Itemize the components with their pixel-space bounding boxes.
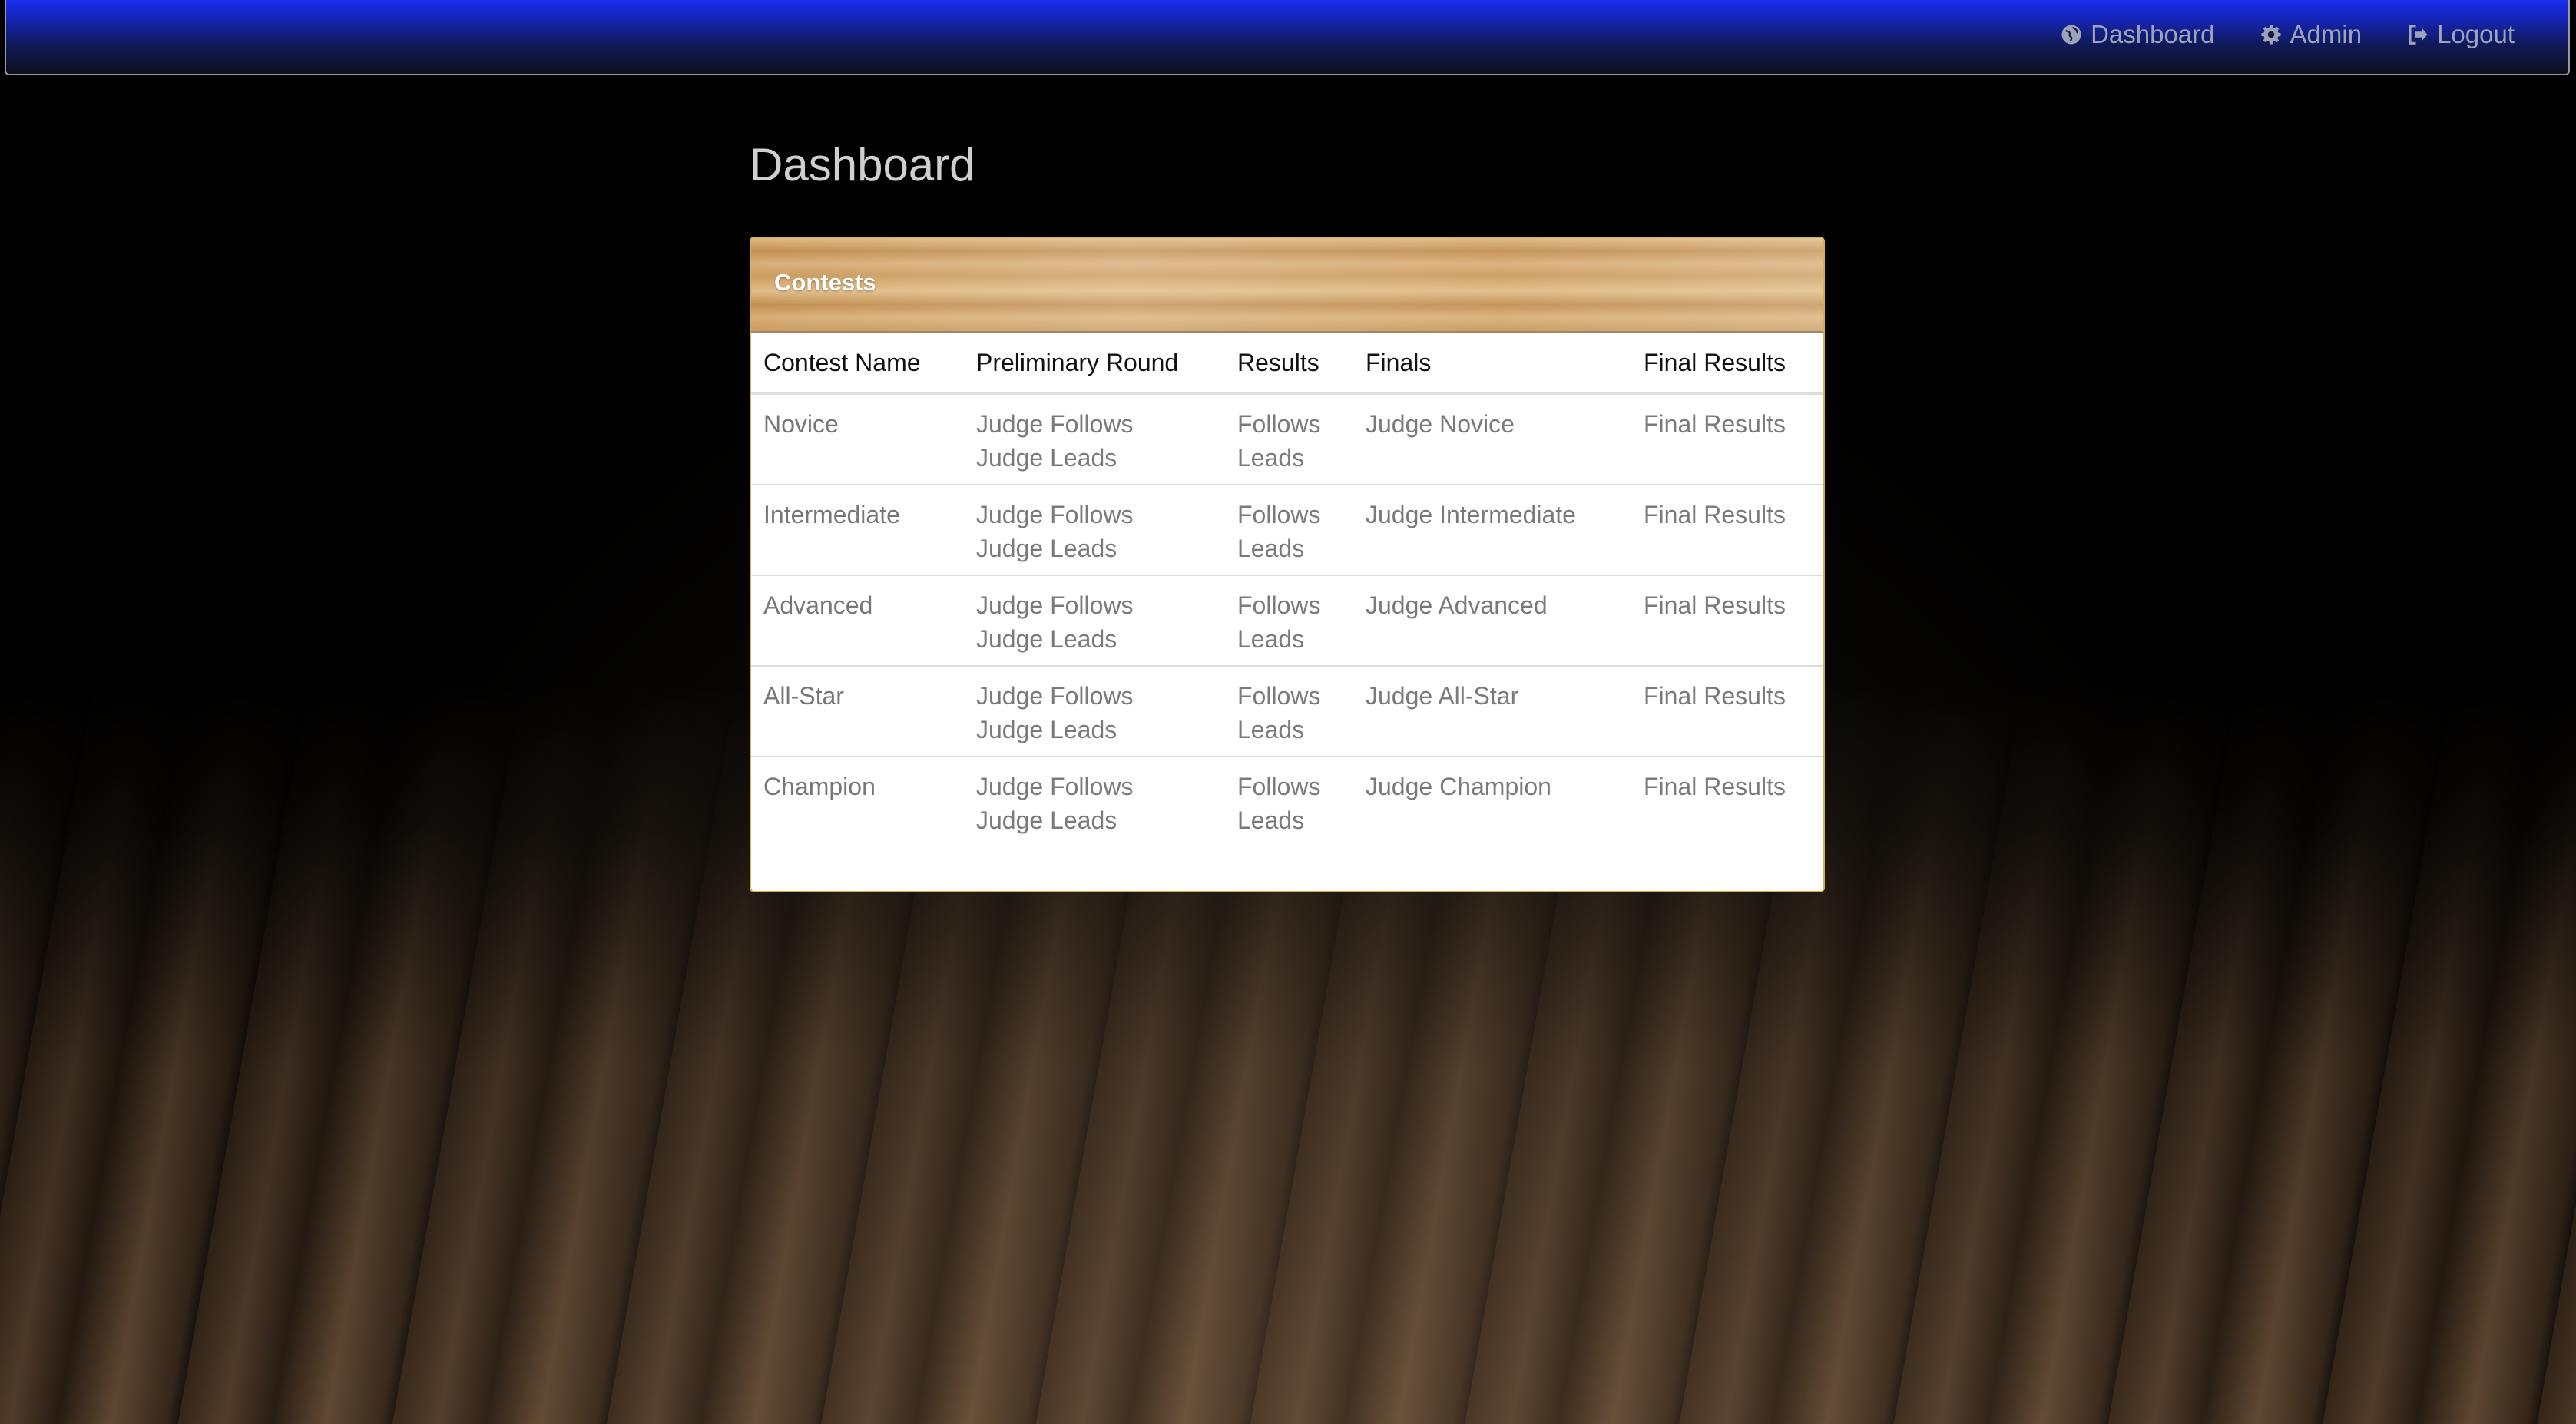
judge-follows-link[interactable]: Judge Follows [976, 498, 1213, 532]
final-results-cell: Final Results [1631, 484, 1823, 575]
judge-finals-link[interactable]: Judge Advanced [1366, 588, 1619, 622]
nav-logout-link[interactable]: Logout [2406, 20, 2515, 49]
follows-results-link[interactable]: Follows [1237, 679, 1341, 713]
results-cell: Follows Leads [1225, 575, 1353, 666]
final-results-link[interactable]: Final Results [1644, 588, 1811, 622]
nav-links: Dashboard Admin Logout [2060, 20, 2515, 49]
follows-results-link[interactable]: Follows [1237, 407, 1341, 441]
table-row: Advanced Judge Follows Judge Leads Follo… [751, 575, 1823, 666]
contest-name: Champion [751, 756, 964, 846]
contest-name: Intermediate [751, 484, 964, 575]
panel-heading: Contests [751, 238, 1823, 333]
judge-leads-link[interactable]: Judge Leads [976, 622, 1213, 656]
preliminary-round-cell: Judge Follows Judge Leads [964, 394, 1225, 485]
column-header-final-results: Final Results [1631, 333, 1823, 395]
judge-leads-link[interactable]: Judge Leads [976, 803, 1213, 837]
final-results-cell: Final Results [1631, 665, 1823, 757]
nav-dashboard-label: Dashboard [2091, 20, 2215, 48]
leads-results-link[interactable]: Leads [1237, 441, 1341, 475]
judge-follows-link[interactable]: Judge Follows [976, 588, 1213, 622]
judge-leads-link[interactable]: Judge Leads [976, 441, 1213, 475]
leads-results-link[interactable]: Leads [1237, 622, 1341, 656]
page-title: Dashboard [750, 139, 975, 190]
final-results-link[interactable]: Final Results [1644, 770, 1811, 803]
results-cell: Follows Leads [1225, 756, 1353, 846]
nav-logout-label: Logout [2437, 20, 2515, 48]
finals-cell: Judge Novice [1353, 394, 1631, 485]
logout-icon [2409, 25, 2428, 45]
globe-icon [2061, 25, 2081, 45]
leads-results-link[interactable]: Leads [1237, 803, 1341, 837]
final-results-link[interactable]: Final Results [1644, 407, 1811, 441]
preliminary-round-cell: Judge Follows Judge Leads [964, 665, 1225, 757]
results-cell: Follows Leads [1225, 394, 1353, 485]
column-header-finals: Finals [1353, 333, 1631, 395]
table-row: Intermediate Judge Follows Judge Leads F… [751, 484, 1823, 575]
column-header-preliminary-round: Preliminary Round [964, 333, 1225, 395]
preliminary-round-cell: Judge Follows Judge Leads [964, 484, 1225, 575]
judge-leads-link[interactable]: Judge Leads [976, 713, 1213, 747]
final-results-cell: Final Results [1631, 756, 1823, 846]
nav-admin-link[interactable]: Admin [2260, 20, 2362, 49]
column-header-results: Results [1225, 333, 1353, 395]
nav-admin-label: Admin [2290, 20, 2362, 48]
results-cell: Follows Leads [1225, 484, 1353, 575]
gear-icon [2261, 25, 2281, 45]
contest-name: Advanced [751, 575, 964, 666]
preliminary-round-cell: Judge Follows Judge Leads [964, 756, 1225, 846]
leads-results-link[interactable]: Leads [1237, 713, 1341, 747]
top-navbar: Dashboard Admin Logout [5, 0, 2570, 75]
column-header-contest-name: Contest Name [751, 333, 964, 395]
judge-finals-link[interactable]: Judge Champion [1366, 770, 1619, 803]
final-results-cell: Final Results [1631, 575, 1823, 666]
final-results-cell: Final Results [1631, 394, 1823, 485]
judge-leads-link[interactable]: Judge Leads [976, 532, 1213, 565]
contests-panel: Contests Contest Name Preliminary Round … [750, 237, 1825, 892]
finals-cell: Judge Advanced [1353, 575, 1631, 666]
contest-name: Novice [763, 410, 839, 438]
preliminary-round-cell: Judge Follows Judge Leads [964, 575, 1225, 666]
finals-cell: Judge All-Star [1353, 665, 1631, 757]
table-row: Champion Judge Follows Judge Leads Follo… [751, 756, 1823, 846]
judge-finals-link[interactable]: Judge All-Star [1366, 679, 1619, 713]
results-cell: Follows Leads [1225, 665, 1353, 757]
table-row: Novice Judge Follows Judge Leads Follows… [751, 394, 1823, 485]
final-results-link[interactable]: Final Results [1644, 679, 1811, 713]
finals-cell: Judge Champion [1353, 756, 1631, 846]
final-results-link[interactable]: Final Results [1644, 498, 1811, 532]
follows-results-link[interactable]: Follows [1237, 588, 1341, 622]
judge-follows-link[interactable]: Judge Follows [976, 407, 1213, 441]
follows-results-link[interactable]: Follows [1237, 498, 1341, 532]
table-header-row: Contest Name Preliminary Round Results F… [751, 333, 1823, 395]
contest-name: All-Star [751, 665, 964, 757]
nav-dashboard-link[interactable]: Dashboard [2060, 20, 2215, 49]
contests-table: Contest Name Preliminary Round Results F… [751, 333, 1823, 846]
judge-follows-link[interactable]: Judge Follows [976, 679, 1213, 713]
follows-results-link[interactable]: Follows [1237, 770, 1341, 803]
judge-follows-link[interactable]: Judge Follows [976, 770, 1213, 803]
leads-results-link[interactable]: Leads [1237, 532, 1341, 565]
judge-finals-link[interactable]: Judge Intermediate [1366, 498, 1619, 532]
table-row: All-Star Judge Follows Judge Leads Follo… [751, 665, 1823, 757]
finals-cell: Judge Intermediate [1353, 484, 1631, 575]
judge-finals-link[interactable]: Judge Novice [1366, 407, 1619, 441]
panel-title: Contests [774, 269, 876, 296]
